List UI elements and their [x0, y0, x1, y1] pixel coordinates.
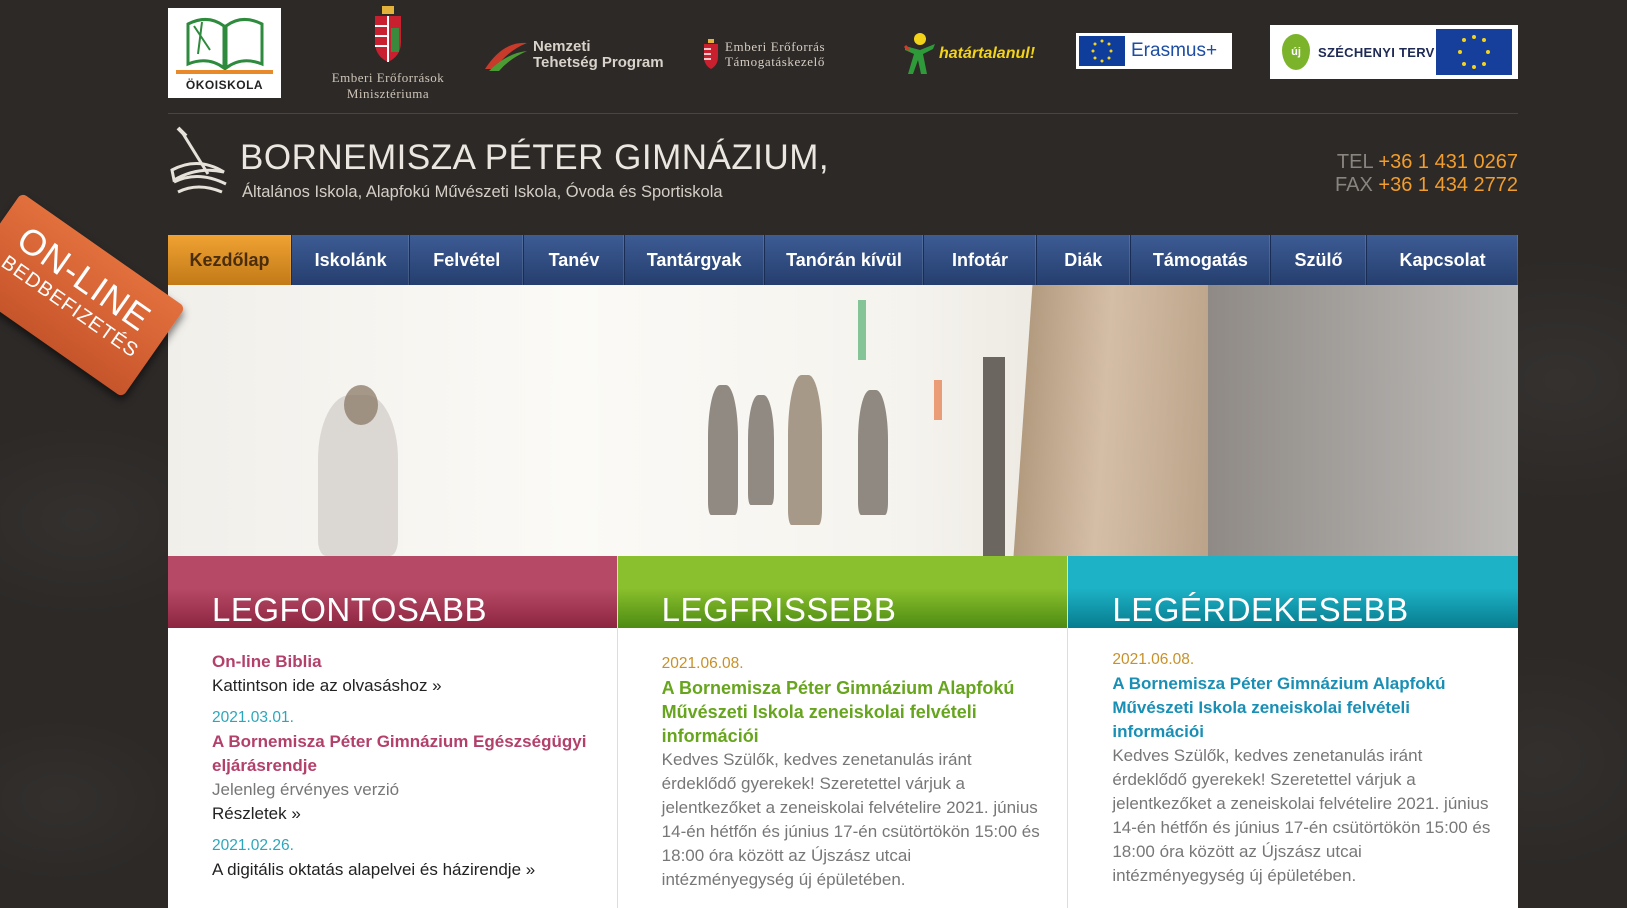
leaf-icon: új	[1282, 34, 1310, 70]
okoiskola-underline	[176, 70, 273, 74]
nav-szulo[interactable]: Szülő	[1271, 235, 1368, 285]
news-columns: LEGFONTOSABB On-line Biblia Kattintson i…	[168, 556, 1519, 908]
okoiskola-logo[interactable]: ÖKOISKOLA	[168, 8, 281, 98]
hero-sign	[934, 380, 942, 420]
heading-text: LEGFONTOSABB	[212, 591, 487, 628]
hero-wall	[1208, 285, 1518, 556]
hero-sign	[858, 300, 866, 360]
hero-figure	[748, 395, 774, 505]
eu-flag-icon	[1436, 29, 1512, 75]
school-brand[interactable]: BORNEMISZA PÉTER GIMNÁZIUM, Általános Is…	[168, 126, 829, 206]
ntp-logo[interactable]: Nemzeti Tehetség Program	[483, 32, 668, 77]
news-text: Kedves Szülők, kedves zenetanulás iránt …	[661, 750, 1040, 889]
column-heading: LEGFRISSEBB	[617, 556, 1068, 628]
news-date: 2021.02.26.	[212, 837, 294, 854]
emet-line1: Emberi Erőforrás	[725, 39, 826, 54]
column-legfrissebb: LEGFRISSEBB 2021.06.08. A Bornemisza Pét…	[616, 556, 1068, 908]
nav-tantargyak[interactable]: Tantárgyak	[625, 235, 765, 285]
hero-doorframe	[1013, 285, 1233, 556]
nav-iskolank[interactable]: Iskolánk	[292, 235, 411, 285]
ntp-line1: Nemzeti	[533, 37, 591, 55]
news-link[interactable]: A digitális oktatás alapelvei és háziren…	[212, 858, 597, 882]
eu-flag-icon	[1079, 36, 1125, 66]
contact-info: TEL +36 1 431 0267 FAX +36 1 434 2772	[1335, 151, 1518, 197]
hero-figure	[788, 375, 822, 525]
hero-banner-image	[168, 285, 1518, 556]
tel-number[interactable]: +36 1 431 0267	[1378, 151, 1518, 173]
news-date: 2021.06.08.	[1112, 651, 1195, 668]
news-text: Kedves Szülők, kedves zenetanulás iránt …	[1112, 746, 1491, 885]
school-subtitle: Általános Iskola, Alapfokú Művészeti Isk…	[242, 183, 723, 201]
news-link[interactable]: Kattintson ide az olvasáshoz »	[212, 674, 597, 698]
news-link[interactable]: Részletek »	[212, 802, 597, 826]
school-name: BORNEMISZA PÉTER GIMNÁZIUM,	[240, 138, 830, 177]
tel-label: TEL	[1336, 151, 1373, 173]
news-title[interactable]: A Bornemisza Péter Gimnázium Egészségügy…	[212, 730, 597, 778]
hatartalanul-logo[interactable]: határtalanul!	[903, 30, 1043, 78]
nav-felvetel[interactable]: Felvétel	[410, 235, 525, 285]
news-title[interactable]: On-line Biblia	[212, 650, 597, 674]
news-date: 2021.03.01.	[212, 709, 294, 726]
hero-door	[983, 357, 1005, 556]
coat-of-arms-small-icon	[704, 39, 718, 69]
heading-text: LEGFRISSEBB	[661, 591, 897, 628]
jumping-figure-icon	[903, 33, 935, 74]
fax-label: FAX	[1335, 174, 1373, 196]
column-legerdekesebb: LEGÉRDEKESEBB 2021.06.08. A Bornemisza P…	[1067, 556, 1519, 908]
erasmus-logo[interactable]: Erasmus+	[1076, 33, 1232, 69]
ntp-swoosh-icon	[485, 42, 527, 71]
emmi-logo[interactable]: Emberi Erőforrások Minisztériuma	[308, 6, 468, 106]
nav-diak[interactable]: Diák	[1037, 235, 1131, 285]
hero-figure	[708, 385, 738, 515]
news-title[interactable]: A Bornemisza Péter Gimnázium Alapfokú Mű…	[1112, 672, 1498, 744]
main-navigation: Kezdőlap Iskolánk Felvétel Tanév Tantárg…	[168, 235, 1518, 285]
column-legfontosabb: LEGFONTOSABB On-line Biblia Kattintson i…	[168, 556, 617, 908]
nav-infotar[interactable]: Infotár	[924, 235, 1037, 285]
okoiskola-label: ÖKOISKOLA	[185, 78, 264, 92]
nav-tamogatas[interactable]: Támogatás	[1131, 235, 1271, 285]
emet-logo[interactable]: Emberi Erőforrás Támogatáskezelő	[703, 36, 878, 72]
emet-line2: Támogatáskezelő	[725, 54, 825, 69]
nav-tanev[interactable]: Tanév	[524, 235, 625, 285]
szechenyi-terv-logo[interactable]: új SZÉCHENYI TERV	[1270, 25, 1518, 79]
partner-logo-bar: ÖKOISKOLA Emberi Erőforrások Minisztériu…	[168, 0, 1518, 114]
hero-figure	[858, 390, 888, 515]
news-title[interactable]: A Bornemisza Péter Gimnázium Alapfokú Mű…	[662, 676, 1048, 748]
open-book-icon	[186, 18, 264, 70]
hero-figure-head	[344, 385, 378, 425]
news-text: Jelenleg érvényes verzió	[212, 780, 400, 799]
emmi-line2: Minisztériuma	[346, 86, 430, 101]
erasmus-label: Erasmus+	[1131, 40, 1218, 61]
hungarian-coat-of-arms-icon	[375, 6, 401, 62]
nav-tanoran-kivul[interactable]: Tanórán kívül	[765, 235, 925, 285]
quill-emblem-icon	[170, 126, 227, 194]
nav-kapcsolat[interactable]: Kapcsolat	[1367, 235, 1518, 285]
nav-kezdolap[interactable]: Kezdőlap	[168, 235, 293, 285]
szechenyi-uj-label: új	[1291, 46, 1301, 58]
szechenyi-label: SZÉCHENYI TERV	[1318, 44, 1435, 60]
column-heading: LEGÉRDEKESEBB	[1068, 556, 1519, 628]
heading-text: LEGÉRDEKESEBB	[1112, 591, 1409, 628]
hatartalanul-label: határtalanul!	[939, 45, 1036, 62]
emmi-line1: Emberi Erőforrások	[331, 70, 445, 85]
ntp-line2: Tehetség Program	[533, 53, 664, 71]
news-date: 2021.06.08.	[661, 655, 744, 672]
fax-number: +36 1 434 2772	[1378, 174, 1518, 196]
column-heading: LEGFONTOSABB	[168, 556, 617, 628]
